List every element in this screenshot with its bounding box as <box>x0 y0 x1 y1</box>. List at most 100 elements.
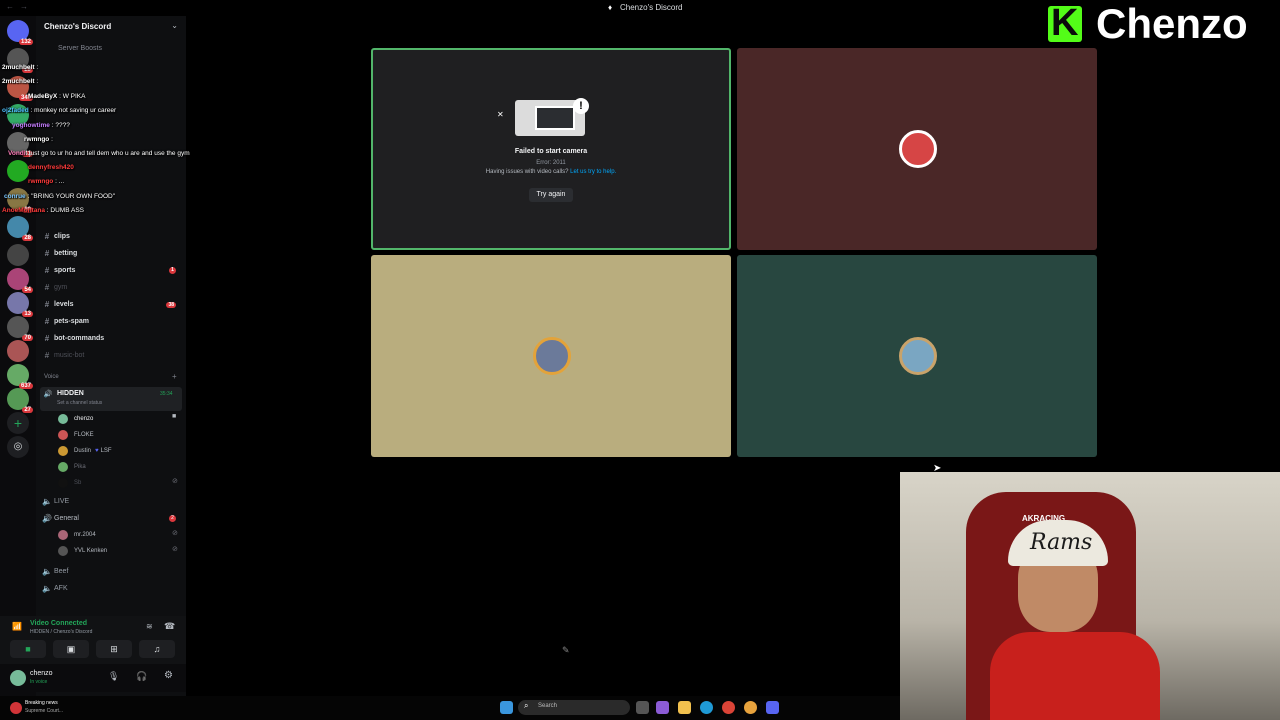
activities-button[interactable]: ⊞ <box>96 640 132 658</box>
soundboard-button[interactable]: ♫ <box>139 640 175 658</box>
news-widget-icon[interactable] <box>10 702 22 714</box>
window-title: Chenzo's Discord <box>620 3 683 12</box>
voice-channel-live[interactable]: 🔈 LIVE <box>40 494 182 509</box>
channel-clips[interactable]: # clips <box>40 229 182 244</box>
video-tile-user2[interactable] <box>737 48 1097 250</box>
voice-channel-name: HIDDEN <box>57 390 84 397</box>
disconnect-icon[interactable]: ☎ <box>164 621 175 632</box>
warning-icon: ! <box>573 98 589 114</box>
voice-user-chenzo[interactable]: chenzo <box>58 412 93 426</box>
microphone-icon[interactable]: 🎙 <box>108 671 119 682</box>
camera-button[interactable]: ■ <box>10 640 46 658</box>
chevron-down-icon[interactable]: ⌄ <box>171 21 178 30</box>
voice-timer: 35:34 <box>160 391 173 397</box>
server-icon-9[interactable]: 54 <box>7 268 33 293</box>
video-tile-self[interactable]: ✕ ! Failed to start camera Error: 2011 H… <box>371 48 731 250</box>
speaker-icon: 🔊 <box>42 514 52 523</box>
windows-start-icon[interactable] <box>500 701 513 714</box>
channel-music-bot[interactable]: # music-bot <box>40 348 182 363</box>
close-icon[interactable]: ✕ <box>497 110 504 119</box>
server-icon-13[interactable]: 637 <box>7 364 33 389</box>
voice-user-mr2004[interactable]: mr.2004 <box>58 528 96 542</box>
video-tile-user4[interactable] <box>737 255 1097 457</box>
noise-suppression-icon[interactable]: ≋ <box>146 622 153 631</box>
server-rail: 132 29 347 41 60 28 54 13 70 637 27 + ◎ <box>0 16 36 696</box>
server-boosts[interactable]: Server Boosts <box>58 45 102 52</box>
channel-levels[interactable]: # levels 38 <box>40 297 182 312</box>
channel-betting[interactable]: # betting <box>40 246 182 261</box>
voice-channel-beef[interactable]: 🔈 Beef <box>40 564 182 579</box>
muted-icon: ⊘ <box>172 530 178 537</box>
camera-icon: ■ <box>172 413 177 420</box>
server-icon-11[interactable]: 70 <box>7 316 33 341</box>
avatar[interactable] <box>10 670 26 686</box>
chat-message: yoghowtime : ???? <box>12 122 70 129</box>
chrome-2-icon[interactable] <box>744 701 757 714</box>
chat-message: 2muchbelt : <box>2 64 39 71</box>
edge-icon[interactable] <box>700 701 713 714</box>
channel-gym[interactable]: # gym <box>40 280 182 295</box>
user-panel: chenzo In voice 🎙 🎧 ⚙ <box>0 664 186 692</box>
forward-arrow-icon[interactable]: → <box>20 2 28 11</box>
gear-icon[interactable]: ⚙ <box>164 670 173 681</box>
connection-location[interactable]: HIDDEN / Chenzo's Discord <box>30 629 92 635</box>
camera-error-title: Failed to start camera <box>514 148 588 155</box>
category-voice[interactable]: Voice <box>44 374 59 380</box>
copilot-icon[interactable] <box>656 701 669 714</box>
search-box[interactable]: ⌕ Search <box>518 700 630 715</box>
discord-taskbar-icon[interactable] <box>766 701 779 714</box>
speaker-icon: 🔈 <box>42 567 52 576</box>
add-channel-icon[interactable]: + <box>172 372 177 381</box>
channel-status[interactable]: Set a channel status <box>57 400 102 406</box>
voice-user-sb[interactable]: Sb <box>58 476 81 490</box>
avatar <box>58 546 68 556</box>
channel-pets-spam[interactable]: # pets-spam <box>40 314 182 329</box>
voice-user-floke[interactable]: FLOKE <box>58 428 94 442</box>
screen-share-button[interactable]: ▣ <box>53 640 89 658</box>
search-placeholder: Search <box>538 703 558 709</box>
chat-message: rwmngo : <box>24 136 53 143</box>
streamer-name: Chenzo <box>1096 0 1248 47</box>
server-icon-14[interactable]: 27 <box>7 388 33 413</box>
news-title[interactable]: Breaking news <box>25 700 58 706</box>
unread-badge: 2 <box>169 515 176 522</box>
help-link[interactable]: Let us try to help. <box>570 169 616 175</box>
search-icon: ⌕ <box>524 701 529 710</box>
camera-error-code: Error: 2011 <box>536 160 566 166</box>
voice-channel-afk[interactable]: 🔈 AFK <box>40 581 182 596</box>
chrome-icon[interactable] <box>722 701 735 714</box>
voice-user-yvl-kenken[interactable]: YVL Kenken <box>58 544 107 558</box>
channel-sports[interactable]: # sports 1 <box>40 263 182 278</box>
server-icon-12[interactable] <box>7 340 29 362</box>
hash-icon: # <box>44 266 50 275</box>
red-shirt <box>990 632 1160 720</box>
avatar <box>899 337 937 375</box>
try-again-button[interactable]: Try again <box>529 188 573 202</box>
channel-bot-commands[interactable]: # bot-commands <box>40 331 182 346</box>
video-tile-user3[interactable] <box>371 255 731 457</box>
server-icon-10[interactable]: 13 <box>7 292 33 317</box>
file-explorer-icon[interactable] <box>678 701 691 714</box>
discover-icon[interactable]: ◎ <box>7 436 29 458</box>
discord-home-icon[interactable]: 132 <box>7 20 33 45</box>
chat-message: conrue : "BRING YOUR OWN FOOD" <box>4 193 116 200</box>
server-icon-7[interactable]: 28 <box>7 216 33 241</box>
voice-channel-general[interactable]: 🔊 General 2 <box>40 511 182 526</box>
back-arrow-icon[interactable]: ← <box>6 2 14 11</box>
server-icon-5[interactable] <box>7 160 29 182</box>
connection-status[interactable]: Video Connected <box>30 620 87 627</box>
unread-badge: 38 <box>166 301 176 308</box>
headphones-icon[interactable]: 🎧 <box>136 671 147 682</box>
server-icon-8[interactable] <box>7 244 29 266</box>
voice-user-dustin[interactable]: Dustin ♥ LSF <box>58 444 112 458</box>
add-server-icon[interactable]: + <box>7 412 29 434</box>
server-name[interactable]: Chenzo's Discord <box>44 22 111 31</box>
voice-user-pika[interactable]: Pika <box>58 460 86 474</box>
channel-sidebar: Chenzo's Discord ⌄ Server Boosts # clips … <box>36 16 186 696</box>
username[interactable]: chenzo <box>30 670 53 677</box>
task-view-icon[interactable] <box>636 701 649 714</box>
hash-icon: # <box>44 283 50 292</box>
speaker-icon: 🔈 <box>42 584 52 593</box>
user-status: In voice <box>30 679 48 685</box>
chat-message: oj2faded : monkey not saving ur career <box>2 107 117 114</box>
